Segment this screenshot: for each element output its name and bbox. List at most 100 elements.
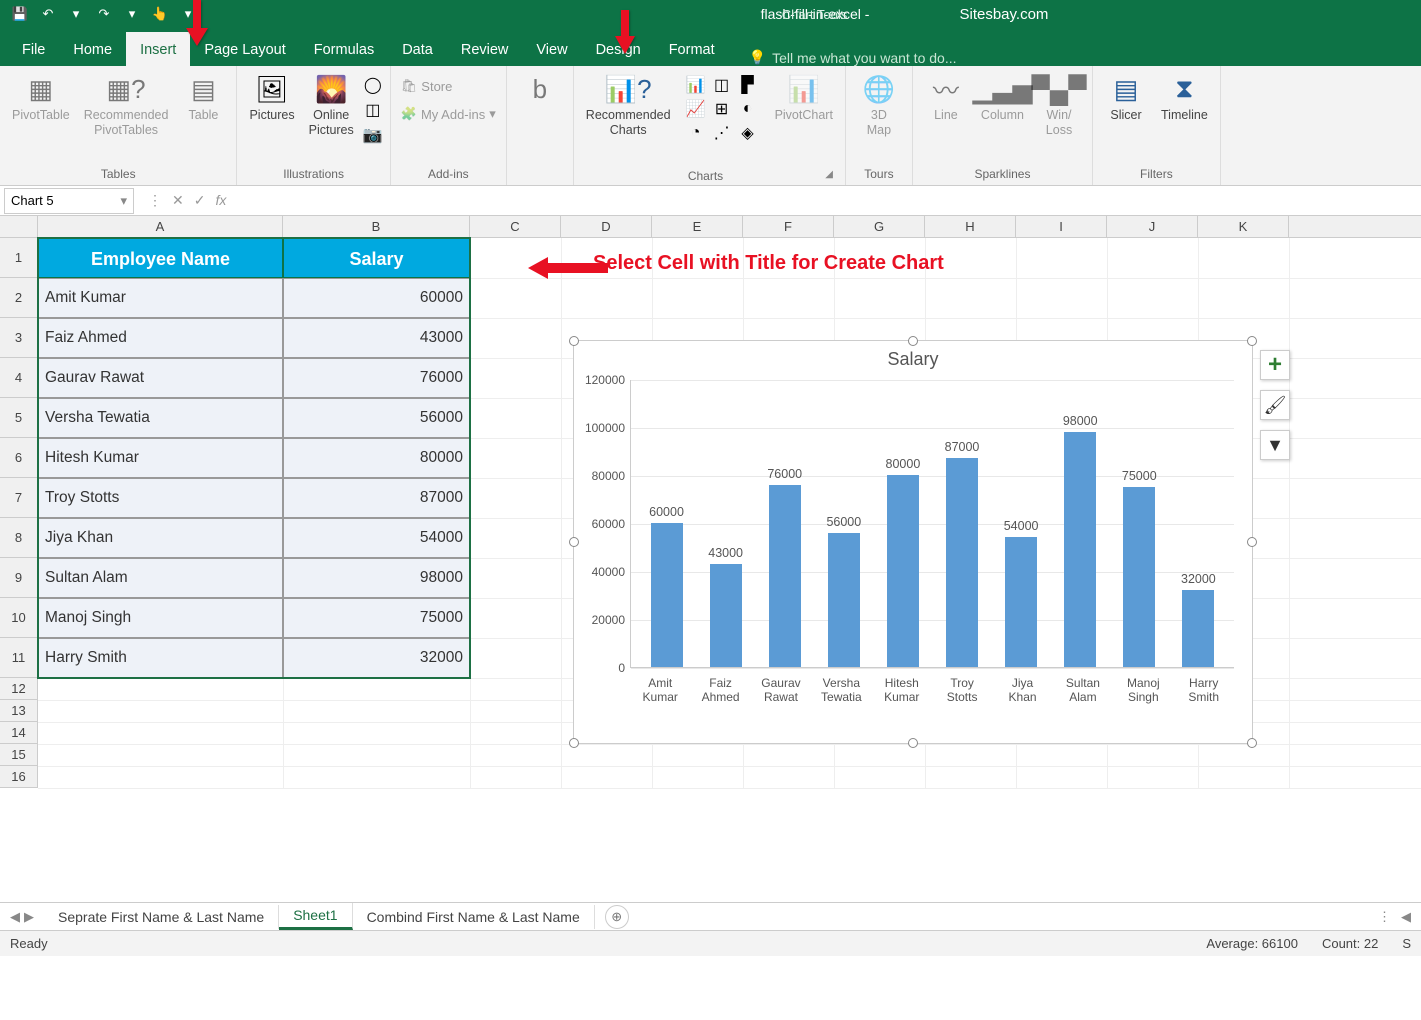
- row-header[interactable]: 1: [0, 238, 38, 278]
- sparkline-line-button[interactable]: 〰Line: [919, 70, 973, 125]
- qat-dropdown-icon[interactable]: ▾: [64, 2, 88, 26]
- slicer-button[interactable]: ▤Slicer: [1099, 70, 1153, 125]
- row-header[interactable]: 3: [0, 318, 38, 358]
- chart-resize-handle[interactable]: [569, 738, 579, 748]
- cell[interactable]: Manoj Singh: [38, 598, 283, 638]
- chart-bar[interactable]: [651, 523, 683, 667]
- undo-icon[interactable]: ↶: [36, 2, 60, 26]
- column-header[interactable]: B: [283, 216, 470, 237]
- hierarchy-chart-icon[interactable]: ◫: [711, 74, 733, 96]
- dropdown-icon[interactable]: ▾: [120, 193, 127, 209]
- row-header[interactable]: 8: [0, 518, 38, 558]
- formula-input[interactable]: [236, 188, 1421, 214]
- chart-bar[interactable]: [1182, 590, 1214, 667]
- chart-elements-button[interactable]: +: [1260, 350, 1290, 380]
- column-header[interactable]: K: [1198, 216, 1289, 237]
- select-all-corner[interactable]: [0, 216, 38, 237]
- column-header[interactable]: I: [1016, 216, 1107, 237]
- tab-scroll-left-icon[interactable]: ◀: [1401, 909, 1411, 925]
- formula-cancel-icon[interactable]: ✕: [172, 192, 184, 209]
- store-button[interactable]: 🛍Store: [397, 76, 457, 96]
- qat-dropdown-icon[interactable]: ▾: [120, 2, 144, 26]
- table-button[interactable]: ▤ Table: [176, 70, 230, 125]
- tab-home[interactable]: Home: [59, 32, 126, 66]
- row-header[interactable]: 14: [0, 722, 38, 744]
- cell[interactable]: 54000: [283, 518, 470, 558]
- tab-format[interactable]: Format: [655, 32, 729, 66]
- recommended-pivot-button[interactable]: ▦? Recommended PivotTables: [78, 70, 175, 140]
- column-header[interactable]: A: [38, 216, 283, 237]
- chart-resize-handle[interactable]: [908, 738, 918, 748]
- shapes-icon[interactable]: ◯: [362, 74, 384, 96]
- tab-design[interactable]: Design: [582, 32, 655, 66]
- sheet-nav[interactable]: ◀ ▶: [0, 909, 44, 925]
- tab-formulas[interactable]: Formulas: [300, 32, 388, 66]
- row-header[interactable]: 16: [0, 766, 38, 788]
- statistic-chart-icon[interactable]: ⊞: [711, 98, 733, 120]
- chart-resize-handle[interactable]: [1247, 537, 1257, 547]
- recommended-charts-button[interactable]: 📊? Recommended Charts: [580, 70, 677, 140]
- pivotchart-button[interactable]: 📊 PivotChart: [769, 70, 839, 125]
- column-chart-icon[interactable]: 📊: [685, 74, 707, 96]
- row-header[interactable]: 4: [0, 358, 38, 398]
- cell[interactable]: Hitesh Kumar: [38, 438, 283, 478]
- cell[interactable]: 80000: [283, 438, 470, 478]
- cell[interactable]: 87000: [283, 478, 470, 518]
- cell[interactable]: 98000: [283, 558, 470, 598]
- chart-styles-button[interactable]: 🖌: [1260, 390, 1290, 420]
- formula-enter-icon[interactable]: ✓: [194, 192, 206, 209]
- tab-scroll-options-icon[interactable]: ⋮: [1378, 909, 1391, 925]
- cell[interactable]: 60000: [283, 278, 470, 318]
- column-header[interactable]: E: [652, 216, 743, 237]
- cell[interactable]: Sultan Alam: [38, 558, 283, 598]
- pivot-table-button[interactable]: ▦ PivotTable: [6, 70, 76, 125]
- pie-chart-icon[interactable]: ◔: [685, 122, 707, 144]
- row-header[interactable]: 11: [0, 638, 38, 678]
- sheet-tab[interactable]: Combind First Name & Last Name: [353, 905, 595, 929]
- embedded-chart[interactable]: Salary 020000400006000080000100000120000…: [573, 340, 1253, 744]
- chart-bar[interactable]: [1123, 487, 1155, 667]
- chart-bar[interactable]: [887, 475, 919, 667]
- 3d-map-button[interactable]: 🌐 3D Map: [852, 70, 906, 140]
- qat-dropdown-icon[interactable]: ▾: [176, 2, 200, 26]
- next-sheet-icon[interactable]: ▶: [24, 909, 34, 925]
- row-header[interactable]: 13: [0, 700, 38, 722]
- dialog-launcher-icon[interactable]: ◢: [825, 169, 833, 183]
- row-header[interactable]: 5: [0, 398, 38, 438]
- prev-sheet-icon[interactable]: ◀: [10, 909, 20, 925]
- chart-filter-button[interactable]: ▼: [1260, 430, 1290, 460]
- chart-resize-handle[interactable]: [1247, 738, 1257, 748]
- pictures-button[interactable]: 🖼 Pictures: [243, 70, 300, 125]
- screenshot-icon[interactable]: 📷: [362, 124, 384, 146]
- row-header[interactable]: 12: [0, 678, 38, 700]
- waterfall-chart-icon[interactable]: ▛: [737, 74, 759, 96]
- scatter-chart-icon[interactable]: ⋰: [711, 122, 733, 144]
- chart-resize-handle[interactable]: [908, 336, 918, 346]
- combo-chart-icon[interactable]: ◐: [737, 98, 759, 120]
- chart-resize-handle[interactable]: [569, 336, 579, 346]
- cell[interactable]: 43000: [283, 318, 470, 358]
- cell[interactable]: Troy Stotts: [38, 478, 283, 518]
- online-pictures-button[interactable]: 🌄 Online Pictures: [303, 70, 360, 140]
- timeline-button[interactable]: ⧗Timeline: [1155, 70, 1214, 125]
- tab-data[interactable]: Data: [388, 32, 447, 66]
- chart-bar[interactable]: [769, 485, 801, 667]
- fx-icon[interactable]: fx: [215, 192, 226, 209]
- redo-icon[interactable]: ↷: [92, 2, 116, 26]
- chart-plot-area[interactable]: 0200004000060000800001000001200006000043…: [630, 380, 1234, 668]
- chart-bar[interactable]: [946, 458, 978, 667]
- column-header[interactable]: J: [1107, 216, 1198, 237]
- chart-bar[interactable]: [828, 533, 860, 667]
- save-icon[interactable]: 💾: [8, 2, 32, 26]
- sparkline-column-button[interactable]: ▁▃▅Column: [975, 70, 1030, 125]
- chart-bar[interactable]: [1005, 537, 1037, 667]
- sparkline-winloss-button[interactable]: ▀▄▀Win/ Loss: [1032, 70, 1086, 140]
- new-sheet-button[interactable]: ⊕: [605, 905, 629, 929]
- cell[interactable]: 32000: [283, 638, 470, 678]
- chart-bar[interactable]: [1064, 432, 1096, 667]
- chart-resize-handle[interactable]: [1247, 336, 1257, 346]
- cell[interactable]: 56000: [283, 398, 470, 438]
- row-header[interactable]: 9: [0, 558, 38, 598]
- cell[interactable]: 75000: [283, 598, 470, 638]
- cell[interactable]: Amit Kumar: [38, 278, 283, 318]
